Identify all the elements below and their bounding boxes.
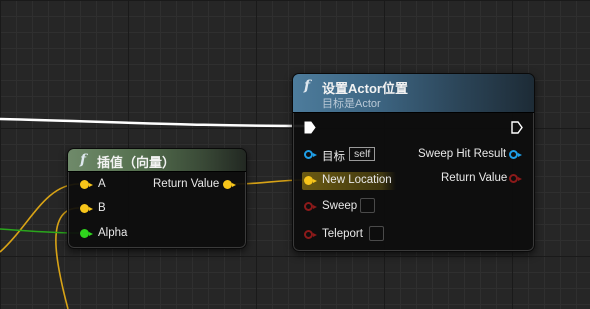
function-icon: f bbox=[304, 78, 311, 94]
pin-alpha-label: Alpha bbox=[98, 227, 128, 239]
object-pin-icon[interactable] bbox=[304, 150, 313, 159]
exec-pin-icon[interactable] bbox=[304, 121, 316, 134]
pin-new-location-label: New Location bbox=[322, 174, 392, 186]
pin-teleport-label: Teleport bbox=[322, 228, 363, 240]
setloc-node-subtitle: 目标是Actor bbox=[322, 98, 381, 110]
interp-node-title: 插值（向量） bbox=[97, 155, 176, 170]
set-actor-location-node[interactable]: f 设置Actor位置 目标是Actor 目标 self New Locatio… bbox=[292, 73, 535, 252]
vector-pin-icon[interactable] bbox=[304, 176, 313, 185]
teleport-checkbox[interactable] bbox=[369, 226, 384, 241]
sweep-checkbox[interactable] bbox=[360, 198, 375, 213]
pin-arrow-icon bbox=[518, 177, 522, 181]
bool-pin-icon[interactable] bbox=[509, 174, 518, 183]
struct-pin-icon[interactable] bbox=[509, 150, 518, 159]
bool-pin-icon[interactable] bbox=[304, 230, 313, 239]
pin-arrow-icon bbox=[313, 153, 317, 157]
pin-arrow-icon bbox=[518, 153, 522, 157]
float-pin-icon[interactable] bbox=[80, 229, 89, 238]
pin-b-label: B bbox=[98, 202, 106, 214]
interp-vector-node[interactable]: f 插值（向量） A B Alpha Return Value bbox=[67, 148, 247, 249]
vector-pin-icon[interactable] bbox=[223, 180, 232, 189]
target-self-value[interactable]: self bbox=[349, 147, 376, 161]
function-icon: f bbox=[80, 152, 87, 168]
pin-arrow-icon bbox=[232, 183, 236, 187]
pin-target-label: 目标 bbox=[322, 151, 345, 163]
pin-a-label: A bbox=[98, 178, 106, 190]
pin-return-value-label: Return Value bbox=[153, 178, 220, 190]
pin-setloc-return-value-label: Return Value bbox=[441, 172, 508, 184]
vector-pin-icon[interactable] bbox=[80, 204, 89, 213]
interp-node-header[interactable]: f 插值（向量） bbox=[68, 149, 246, 172]
pin-arrow-icon bbox=[313, 179, 317, 183]
pin-arrow-icon bbox=[89, 232, 93, 236]
pin-sweep-label: Sweep bbox=[322, 200, 358, 212]
exec-wire bbox=[0, 117, 307, 128]
bool-pin-icon[interactable] bbox=[304, 202, 313, 211]
pin-arrow-icon bbox=[89, 183, 93, 187]
pin-arrow-icon bbox=[89, 207, 93, 211]
vector-pin-icon[interactable] bbox=[80, 180, 89, 189]
pin-sweep-hit-result-label: Sweep Hit Result bbox=[418, 148, 507, 160]
exec-pin-icon[interactable] bbox=[511, 121, 523, 134]
pin-arrow-icon bbox=[313, 205, 317, 209]
pin-arrow-icon bbox=[313, 233, 317, 237]
setloc-node-header[interactable]: f 设置Actor位置 目标是Actor bbox=[293, 74, 534, 113]
